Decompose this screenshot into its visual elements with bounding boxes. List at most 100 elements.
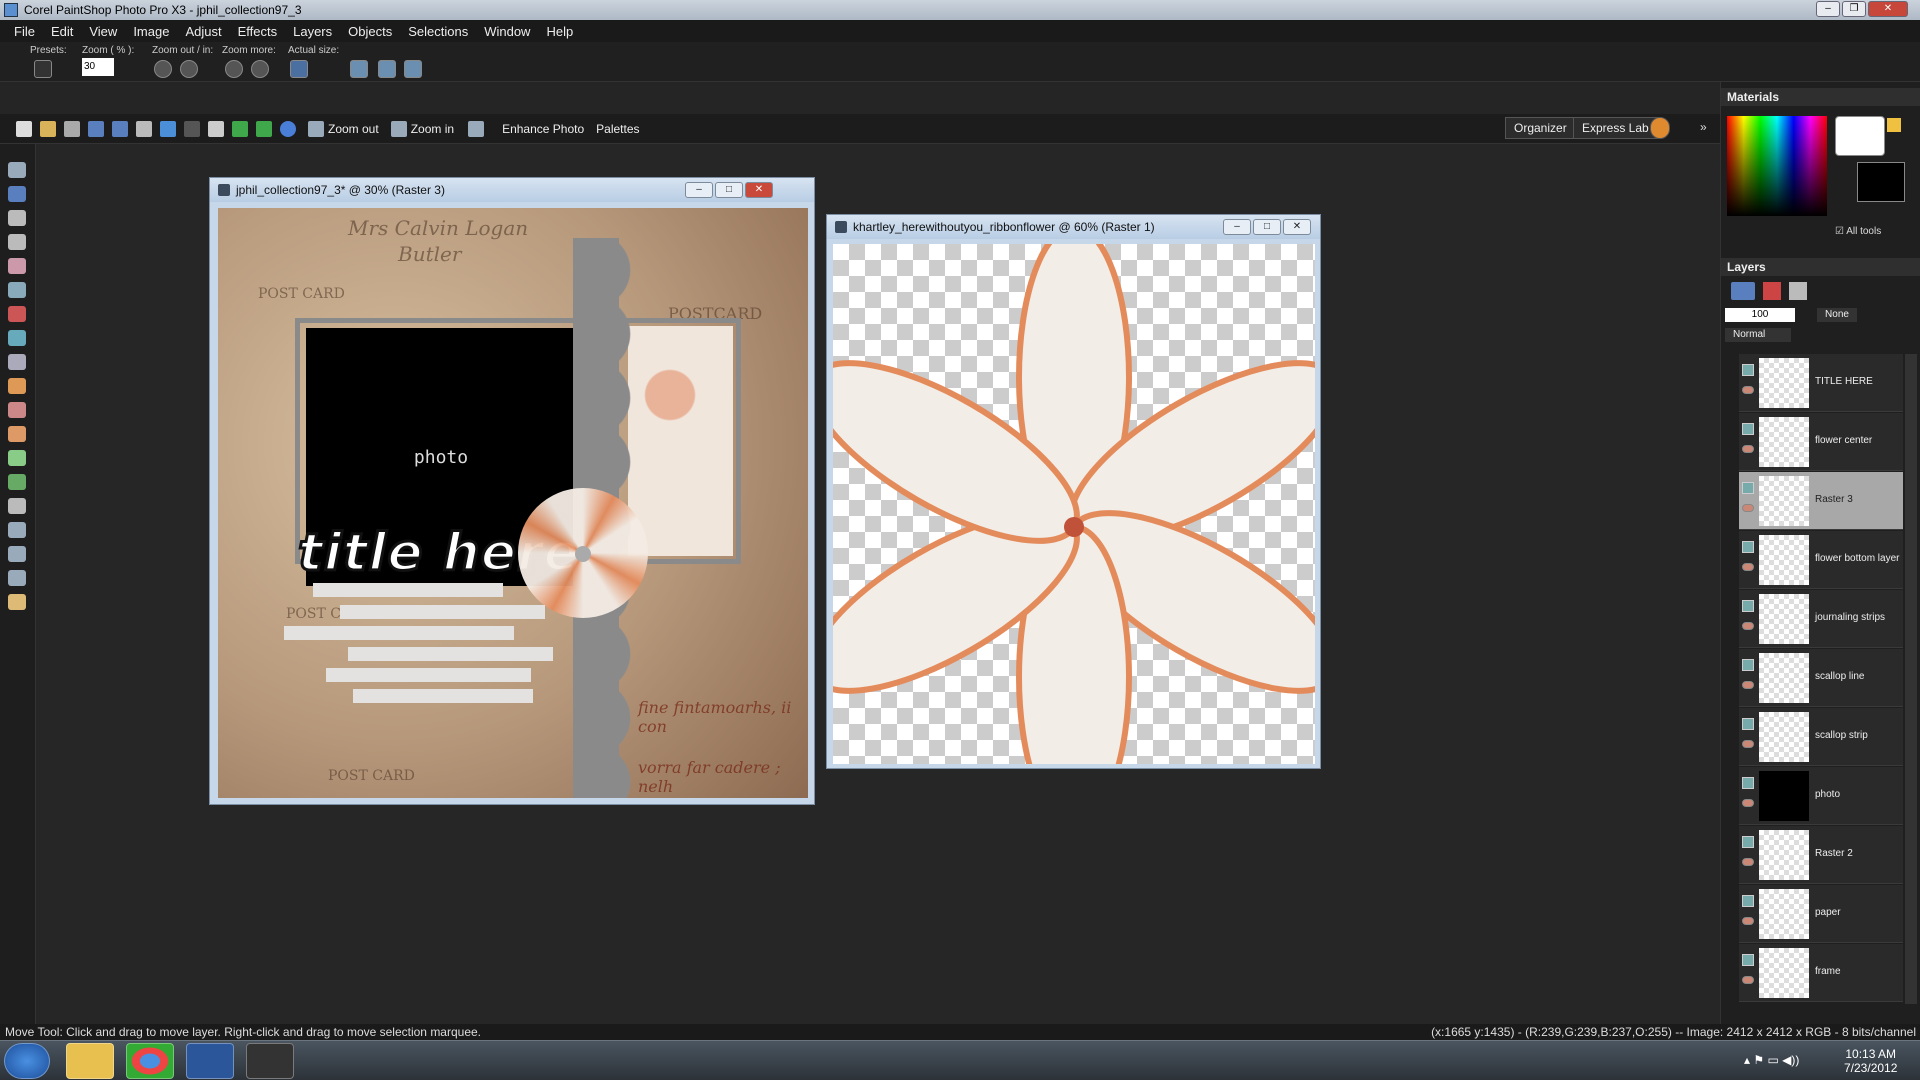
makeover-tool-icon[interactable]: [8, 330, 26, 346]
layer-row-selected[interactable]: Raster 3: [1739, 472, 1903, 530]
layer-row[interactable]: scallop strip: [1739, 708, 1903, 766]
toolbar-overflow-icon[interactable]: »: [1700, 120, 1707, 134]
save-as-icon[interactable]: [112, 120, 128, 137]
blend-mode-dropdown[interactable]: Normal: [1725, 328, 1791, 342]
restore-button[interactable]: ❐: [1842, 1, 1866, 17]
straighten-tool-icon[interactable]: [8, 282, 26, 298]
tray-icons[interactable]: ▴ ⚑ ▭ ◀)): [1744, 1053, 1799, 1067]
zoom-more-in-icon[interactable]: [251, 60, 269, 78]
minimize-button[interactable]: –: [1816, 1, 1840, 17]
new-layer-icon[interactable]: [1731, 282, 1755, 300]
layer-row[interactable]: frame: [1739, 944, 1903, 1002]
open-folder-icon[interactable]: [40, 120, 56, 137]
export-icon[interactable]: [256, 120, 272, 137]
palettes-menu[interactable]: Palettes: [592, 118, 643, 140]
dodge-tool-icon[interactable]: [8, 402, 26, 418]
visibility-eye-icon[interactable]: [1742, 563, 1754, 571]
document-window-collection[interactable]: jphil_collection97_3* @ 30% (Raster 3) –…: [209, 177, 815, 805]
screen-mode-icon[interactable]: [468, 120, 485, 137]
layer-row[interactable]: journaling strips: [1739, 590, 1903, 648]
doc-maximize-button[interactable]: □: [715, 182, 743, 198]
doc-maximize-button[interactable]: □: [1253, 219, 1281, 235]
zoom-out-button[interactable]: Zoom out: [300, 118, 383, 140]
text-tool-icon[interactable]: [8, 498, 26, 514]
fit-window-icon[interactable]: [378, 60, 396, 78]
redo-icon[interactable]: [184, 120, 200, 137]
organizer-button[interactable]: Organizer: [1505, 117, 1576, 139]
selection-tool-icon[interactable]: [8, 210, 26, 226]
zoom-out-icon[interactable]: [154, 60, 172, 78]
visibility-eye-icon[interactable]: [1742, 504, 1754, 512]
visibility-eye-icon[interactable]: [1742, 917, 1754, 925]
menu-file[interactable]: File: [6, 24, 43, 39]
corel-guide-icon[interactable]: [1650, 117, 1670, 139]
flood-fill-icon[interactable]: [8, 474, 26, 490]
menu-selections[interactable]: Selections: [400, 24, 476, 39]
pen-tool-icon[interactable]: [8, 546, 26, 562]
browse-icon[interactable]: [64, 120, 80, 137]
visibility-eye-icon[interactable]: [1742, 976, 1754, 984]
doc-close-button[interactable]: ✕: [745, 182, 773, 198]
foreground-swatch[interactable]: [1835, 116, 1885, 156]
paintshop-taskbar-icon[interactable]: [246, 1043, 294, 1079]
doc-minimize-button[interactable]: –: [685, 182, 713, 198]
layer-row[interactable]: TITLE HERE: [1739, 354, 1903, 412]
import-icon[interactable]: [232, 120, 248, 137]
menu-image[interactable]: Image: [125, 24, 177, 39]
color-spectrum-picker[interactable]: [1727, 116, 1827, 216]
layer-row[interactable]: scallop line: [1739, 649, 1903, 707]
swap-colors-icon[interactable]: [1887, 118, 1901, 132]
crop-tool-icon[interactable]: [8, 258, 26, 274]
zoom-more-out-icon[interactable]: [225, 60, 243, 78]
menu-help[interactable]: Help: [538, 24, 581, 39]
menu-adjust[interactable]: Adjust: [177, 24, 229, 39]
history-icon[interactable]: [208, 120, 224, 137]
delete-layer-icon[interactable]: [1763, 282, 1781, 300]
ribbonflower-canvas[interactable]: [833, 244, 1315, 764]
layer-properties-icon[interactable]: [1789, 282, 1807, 300]
visibility-eye-icon[interactable]: [1742, 681, 1754, 689]
layer-opacity-input[interactable]: 100: [1725, 308, 1795, 322]
smart-carver-icon[interactable]: [8, 594, 26, 610]
clone-tool-icon[interactable]: [8, 354, 26, 370]
red-eye-tool-icon[interactable]: [8, 306, 26, 322]
all-tools-checkbox[interactable]: ☑ All tools: [1835, 226, 1881, 237]
layout-canvas[interactable]: Mrs Calvin Logan Butler POST CARD POSTCA…: [218, 208, 808, 798]
visibility-eye-icon[interactable]: [1742, 740, 1754, 748]
layer-row[interactable]: flower bottom layer: [1739, 531, 1903, 589]
print-icon-2[interactable]: [136, 120, 152, 137]
layer-row[interactable]: flower center: [1739, 413, 1903, 471]
undo-icon[interactable]: [160, 120, 176, 137]
menu-objects[interactable]: Objects: [340, 24, 400, 39]
actual-size-icon[interactable]: [290, 60, 308, 78]
layer-row[interactable]: photo: [1739, 767, 1903, 825]
eraser-tool-icon[interactable]: [8, 426, 26, 442]
menu-view[interactable]: View: [81, 24, 125, 39]
menu-window[interactable]: Window: [476, 24, 538, 39]
mask-dropdown[interactable]: None: [1817, 308, 1857, 322]
explorer-taskbar-icon[interactable]: [66, 1043, 114, 1079]
enhance-photo-menu[interactable]: Enhance Photo: [498, 118, 588, 140]
menu-layers[interactable]: Layers: [285, 24, 340, 39]
visibility-eye-icon[interactable]: [1742, 622, 1754, 630]
warp-tool-icon[interactable]: [8, 570, 26, 586]
tray-clock[interactable]: 10:13 AM 7/23/2012: [1844, 1047, 1897, 1075]
doc-minimize-button[interactable]: –: [1223, 219, 1251, 235]
visibility-eye-icon[interactable]: [1742, 445, 1754, 453]
shape-tool-icon[interactable]: [8, 522, 26, 538]
zoom-in-button[interactable]: Zoom in: [383, 118, 458, 140]
layer-row[interactable]: Raster 2: [1739, 826, 1903, 884]
background-swatch[interactable]: [1857, 162, 1905, 202]
fit-screen-icon[interactable]: [404, 60, 422, 78]
word-taskbar-icon[interactable]: [186, 1043, 234, 1079]
chrome-taskbar-icon[interactable]: [126, 1043, 174, 1079]
zoom-percent-input[interactable]: 30: [82, 58, 114, 76]
express-lab-button[interactable]: Express Lab: [1573, 117, 1658, 139]
presets-dropdown[interactable]: [34, 60, 52, 78]
document-window-ribbonflower[interactable]: khartley_herewithoutyou_ribbonflower @ 6…: [826, 214, 1321, 769]
doc-close-button[interactable]: ✕: [1283, 219, 1311, 235]
move-tool-icon[interactable]: [8, 186, 26, 202]
paint-brush-icon[interactable]: [8, 378, 26, 394]
print-icon[interactable]: [350, 60, 368, 78]
close-button[interactable]: ✕: [1868, 1, 1908, 17]
